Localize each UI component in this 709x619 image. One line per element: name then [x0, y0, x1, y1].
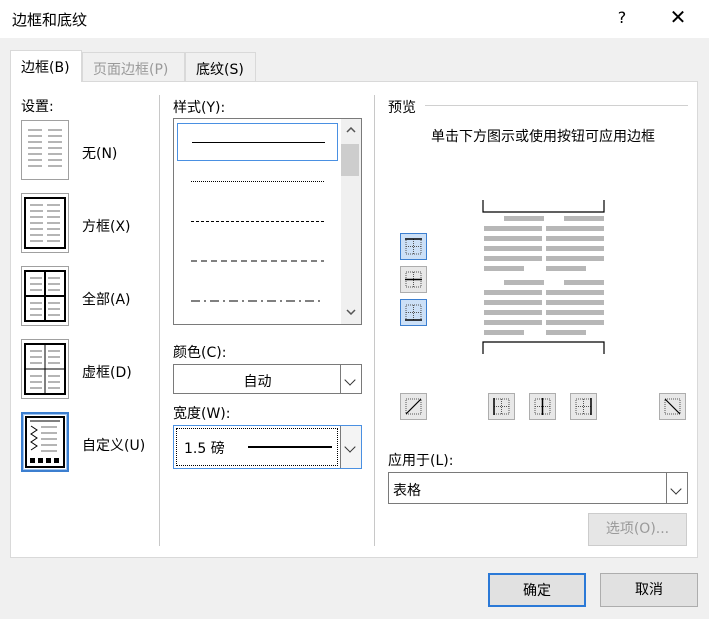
tab-shading[interactable]: 底纹(S): [185, 52, 256, 82]
style-scrollbar[interactable]: [341, 119, 361, 324]
divider: [374, 95, 375, 546]
cancel-button[interactable]: 取消: [600, 573, 698, 607]
preview-divider: [425, 105, 688, 106]
border-inside-vertical-icon: [534, 398, 551, 415]
apply-to-value: 表格: [393, 483, 421, 499]
preview-hint: 单击下方图示或使用按钮可应用边框: [431, 129, 655, 145]
style-option-dotted[interactable]: [177, 163, 338, 201]
border-bottom-icon: [405, 304, 422, 321]
setting-all-label[interactable]: 全部(A): [82, 289, 131, 309]
style-option-dashed-small[interactable]: [177, 203, 338, 241]
border-left-icon: [493, 398, 510, 415]
options-button[interactable]: 选项(O)...: [588, 513, 687, 546]
chevron-down-icon: [670, 483, 682, 495]
setting-grid-label[interactable]: 虚框(D): [82, 362, 132, 382]
style-label: 样式(Y):: [173, 100, 226, 116]
color-dropdown-button[interactable]: [340, 365, 361, 393]
width-dropdown[interactable]: 1.5 磅: [173, 425, 362, 469]
tab-page-border[interactable]: 页面边框(P): [82, 52, 185, 82]
apply-to-label: 应用于(L):: [388, 453, 454, 469]
border-bottom-button[interactable]: [400, 299, 427, 326]
setting-custom-icon[interactable]: [21, 412, 69, 472]
color-label: 颜色(C):: [173, 345, 227, 361]
width-dropdown-button[interactable]: [340, 426, 361, 468]
diagonal-down-icon: [664, 398, 681, 415]
close-icon[interactable]: ✕: [666, 5, 690, 29]
diagonal-up-icon: [405, 398, 422, 415]
dialog-title: 边框和底纹: [12, 11, 88, 29]
chevron-down-icon: [344, 441, 356, 453]
setting-none-label[interactable]: 无(N): [82, 143, 117, 163]
style-option-dashed[interactable]: [177, 243, 338, 281]
border-diagonal-up-button[interactable]: [400, 393, 427, 420]
line-dotted-icon: [191, 181, 324, 182]
help-button[interactable]: ?: [612, 8, 632, 28]
settings-label: 设置:: [21, 99, 54, 115]
line-dashed-small-icon: [191, 221, 324, 222]
scroll-down-icon[interactable]: [346, 309, 356, 315]
ok-button[interactable]: 确定: [488, 573, 586, 607]
style-option-dash-dot[interactable]: [177, 283, 338, 321]
line-dashed-icon: [191, 260, 324, 262]
preview-label: 预览: [388, 100, 416, 116]
setting-grid-icon[interactable]: [21, 339, 69, 399]
border-inside-horizontal-button[interactable]: [400, 266, 427, 293]
setting-custom-label[interactable]: 自定义(U): [82, 435, 145, 455]
border-top-icon: [405, 238, 422, 255]
setting-box-icon[interactable]: [21, 193, 69, 253]
title-bar: [0, 0, 709, 38]
color-dropdown[interactable]: 自动: [173, 364, 362, 394]
border-right-button[interactable]: [570, 393, 597, 420]
line-dash-dot-icon: [191, 300, 324, 302]
style-listbox[interactable]: [173, 118, 362, 325]
apply-to-dropdown-button[interactable]: [666, 473, 687, 503]
border-diagonal-down-button[interactable]: [659, 393, 686, 420]
chevron-down-icon: [344, 374, 356, 386]
scroll-thumb[interactable]: [341, 144, 359, 176]
style-option-solid[interactable]: [177, 123, 338, 161]
apply-to-dropdown[interactable]: 表格: [388, 472, 688, 504]
width-label: 宽度(W):: [173, 406, 231, 422]
setting-box-label[interactable]: 方框(X): [82, 216, 131, 236]
border-top-button[interactable]: [400, 233, 427, 260]
width-line-icon: [248, 446, 332, 448]
tab-borders[interactable]: 边框(B): [10, 50, 82, 82]
scroll-up-icon[interactable]: [346, 127, 356, 133]
setting-none-icon[interactable]: [21, 120, 69, 180]
preview-table[interactable]: [476, 196, 611, 358]
border-right-icon: [575, 398, 592, 415]
divider: [159, 95, 160, 546]
width-value: 1.5 磅: [184, 441, 225, 457]
border-inside-horizontal-icon: [405, 271, 422, 288]
color-value: 自动: [243, 374, 272, 390]
border-left-button[interactable]: [488, 393, 515, 420]
setting-all-icon[interactable]: [21, 266, 69, 326]
border-inside-vertical-button[interactable]: [529, 393, 556, 420]
line-solid-icon: [192, 142, 325, 143]
